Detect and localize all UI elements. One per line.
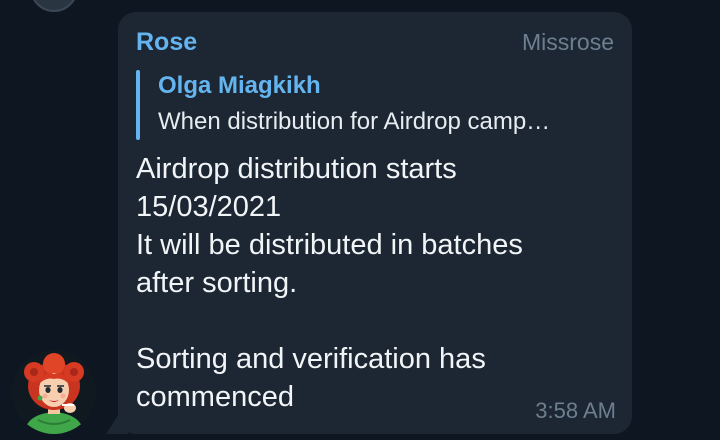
message-line: Airdrop distribution starts bbox=[136, 153, 457, 185]
reply-author: Olga Miagkikh bbox=[158, 72, 321, 99]
reply-text: When distribution for Airdrop camp… bbox=[158, 108, 551, 135]
message-line: 15/03/2021 bbox=[136, 191, 282, 223]
sender-title: Missrose bbox=[521, 29, 614, 55]
message-line bbox=[136, 302, 616, 340]
previous-message-avatar[interactable] bbox=[30, 0, 78, 12]
reply-bar bbox=[136, 70, 140, 140]
message-bubble[interactable]: Rose Missrose Olga Miagkikh When distrib… bbox=[118, 12, 632, 434]
message-text: Airdrop distribution starts 15/03/2021 I… bbox=[136, 150, 616, 416]
message-line: It will be distributed in batches bbox=[136, 229, 523, 261]
message-line: Sorting and verification has bbox=[136, 343, 486, 375]
avatar-image bbox=[12, 350, 96, 434]
cartoon-woman-avatar-icon[interactable] bbox=[12, 350, 96, 434]
message-line: after sorting. bbox=[136, 267, 298, 299]
sender-name[interactable]: Rose bbox=[136, 28, 197, 57]
reply-quote[interactable]: Olga Miagkikh When distribution for Aird… bbox=[136, 68, 616, 142]
message-time: 3:58 AM bbox=[535, 398, 616, 423]
